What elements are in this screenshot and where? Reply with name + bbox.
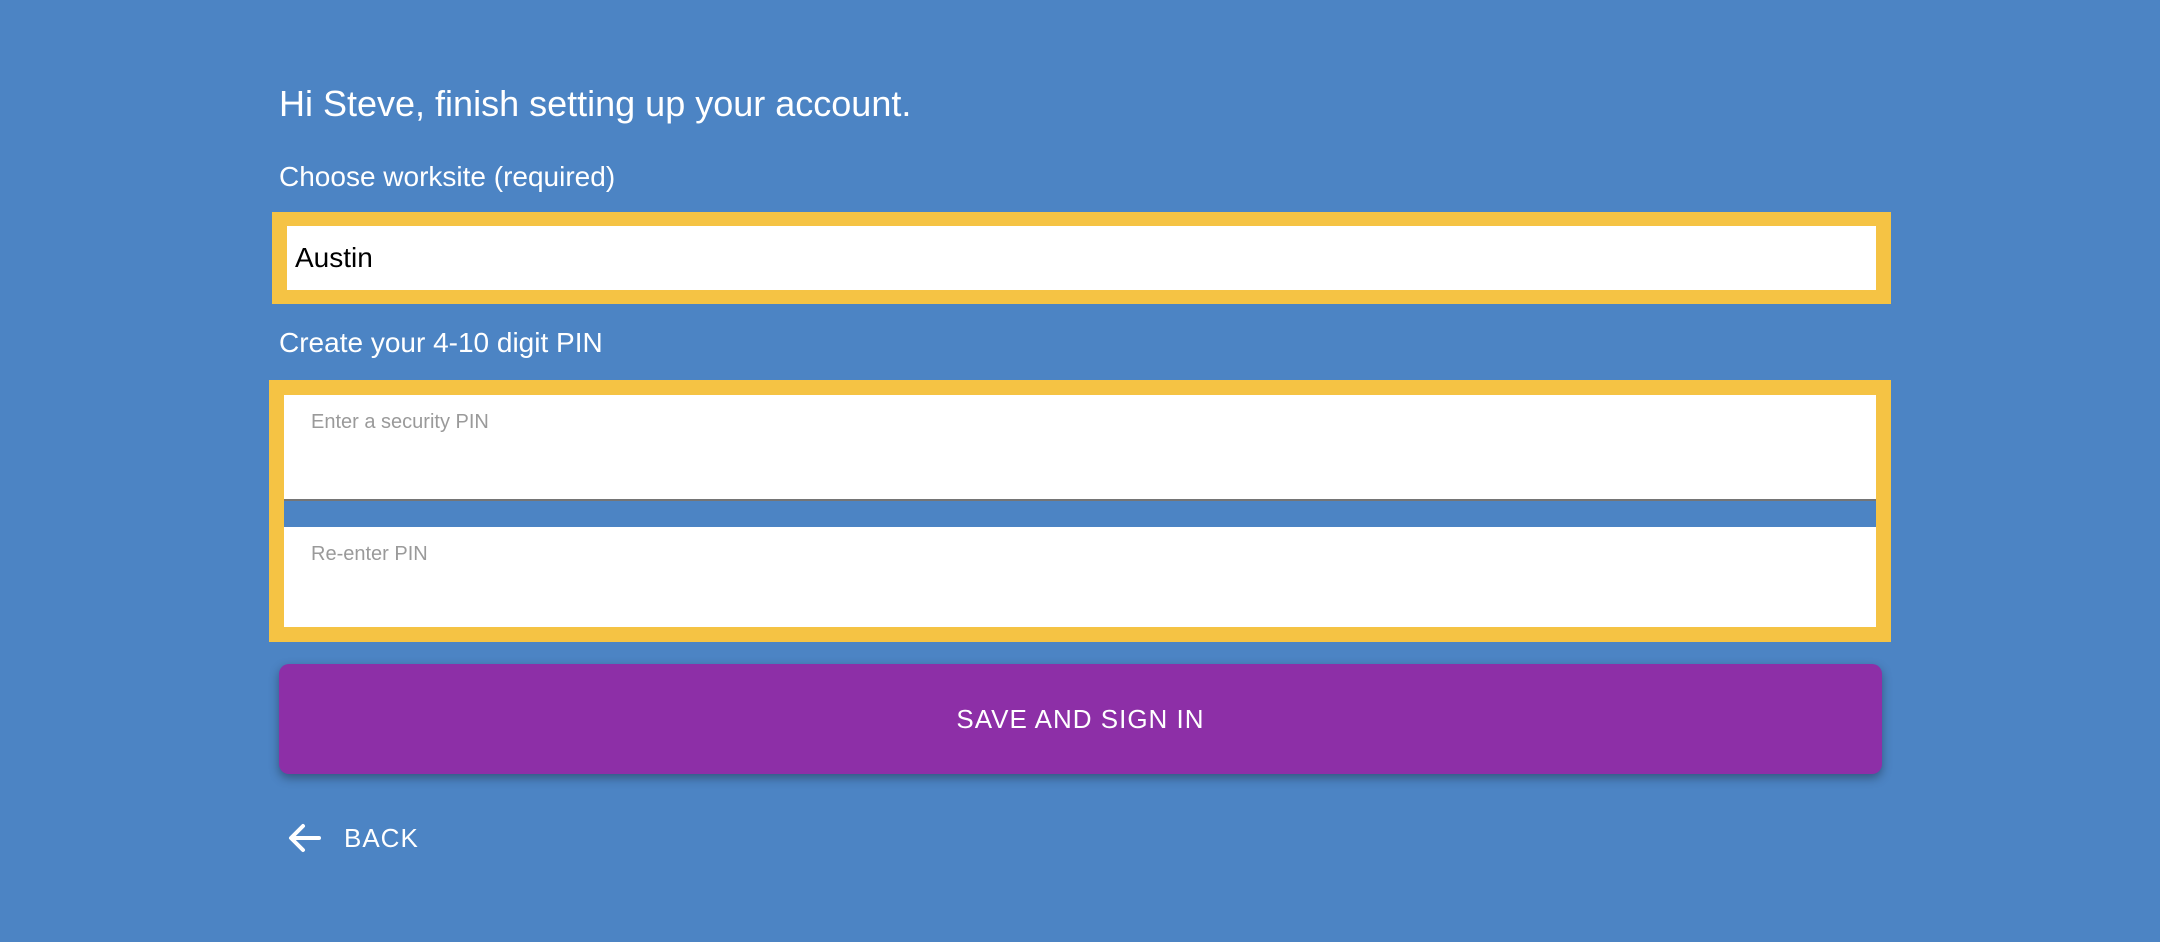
pin-input-placeholder: Enter a security PIN xyxy=(311,411,489,433)
arrow-left-icon xyxy=(286,819,324,857)
back-button[interactable]: BACK xyxy=(286,816,419,860)
greeting-title: Hi Steve, finish setting up your account… xyxy=(279,83,912,124)
worksite-select[interactable]: Austin xyxy=(287,226,1876,290)
worksite-label: Choose worksite (required) xyxy=(279,161,616,192)
pin-highlight: Enter a security PIN Re-enter PIN xyxy=(269,380,1891,642)
confirm-pin-input[interactable]: Re-enter PIN xyxy=(284,527,1876,627)
worksite-value: Austin xyxy=(295,242,373,273)
worksite-highlight: Austin xyxy=(272,212,1891,304)
save-and-sign-in-button[interactable]: SAVE AND SIGN IN xyxy=(279,664,1882,774)
confirm-pin-input-placeholder: Re-enter PIN xyxy=(311,543,428,565)
pin-input[interactable]: Enter a security PIN xyxy=(284,395,1876,501)
pin-label: Create your 4-10 digit PIN xyxy=(279,327,603,358)
back-label: BACK xyxy=(344,822,419,853)
pin-fields-container: Enter a security PIN Re-enter PIN xyxy=(284,395,1876,627)
save-and-sign-in-label: SAVE AND SIGN IN xyxy=(956,703,1205,734)
